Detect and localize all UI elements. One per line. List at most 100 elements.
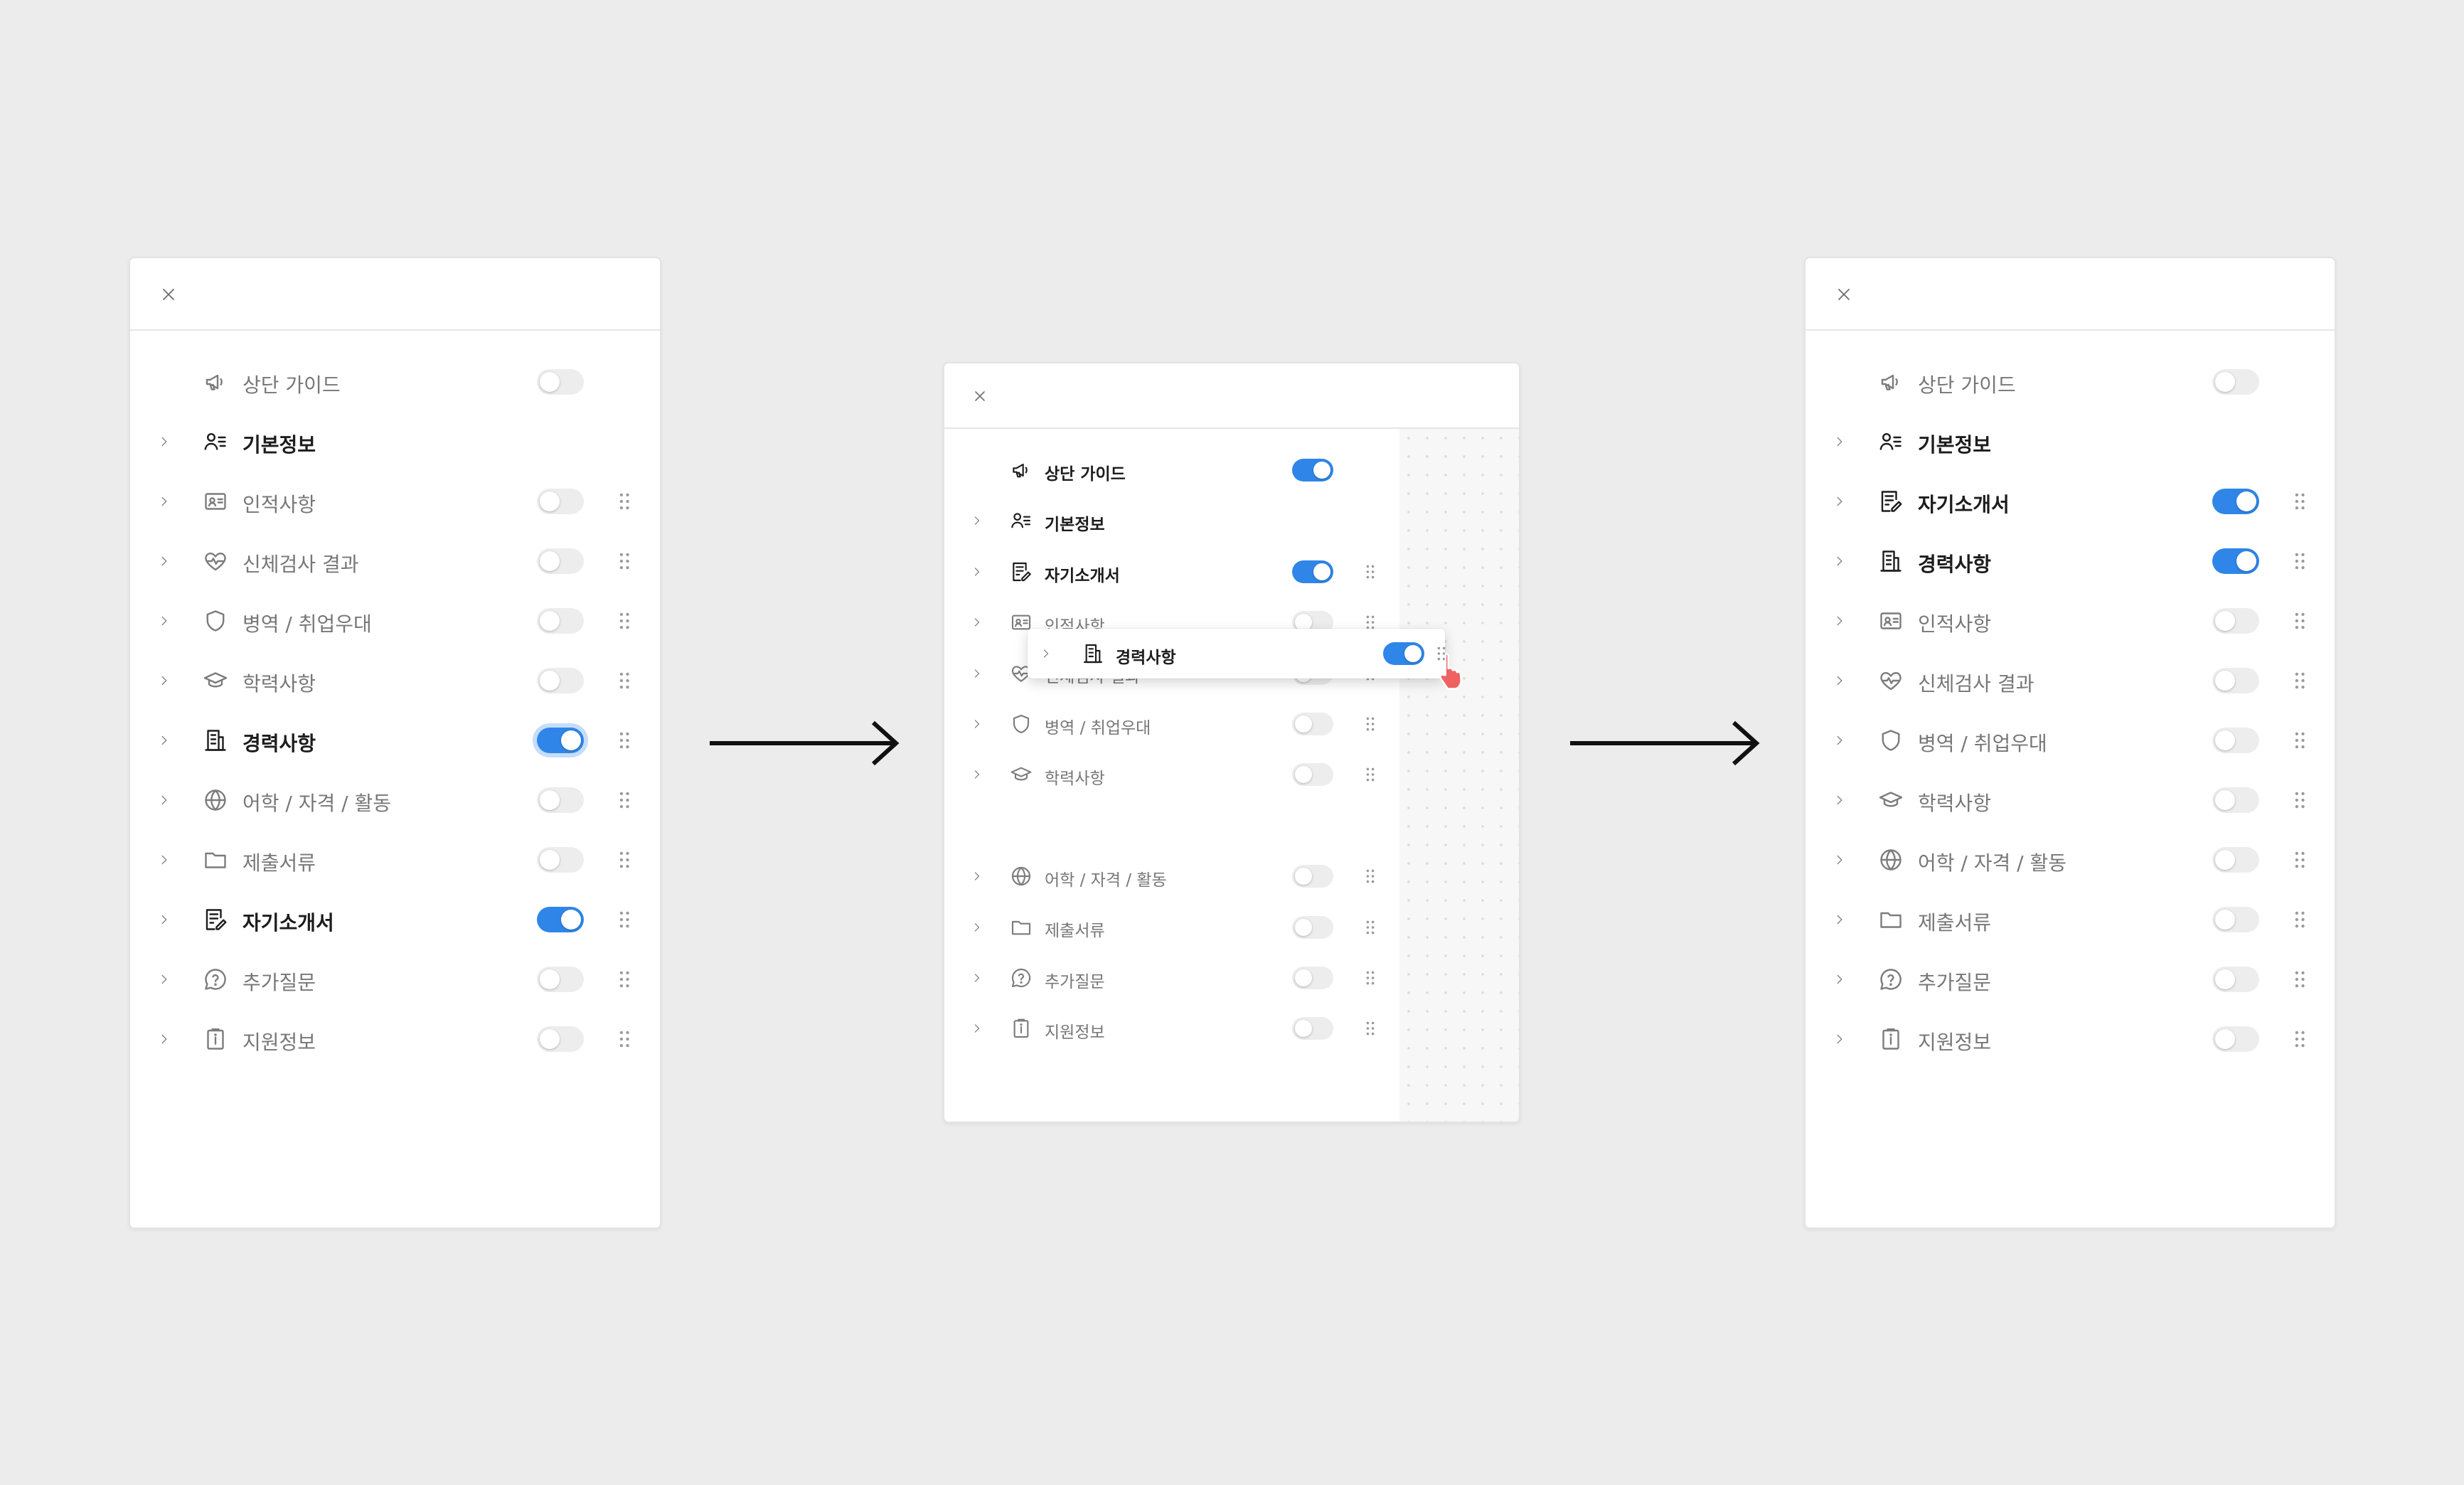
visibility-toggle[interactable]	[2212, 787, 2259, 813]
close-icon[interactable]	[971, 388, 988, 405]
chevron-right-icon[interactable]	[970, 513, 984, 528]
visibility-toggle[interactable]	[1383, 642, 1424, 665]
chevron-right-icon[interactable]	[1039, 646, 1053, 661]
section-row[interactable]: 지원정보	[130, 1009, 660, 1069]
section-row[interactable]: 지원정보	[944, 1004, 1519, 1054]
section-row[interactable]: 경력사항	[1806, 531, 2335, 591]
chevron-right-icon[interactable]	[156, 852, 172, 868]
chevron-right-icon[interactable]	[1832, 733, 1847, 748]
section-row[interactable]: 제출서류	[1806, 890, 2335, 949]
drag-handle-icon[interactable]	[619, 911, 629, 928]
drag-handle-icon[interactable]	[619, 792, 629, 809]
section-row[interactable]: 인적사항	[130, 472, 660, 531]
visibility-toggle[interactable]	[1292, 458, 1333, 481]
chevron-right-icon[interactable]	[970, 1021, 984, 1036]
chevron-right-icon[interactable]	[970, 565, 984, 579]
drag-handle-icon[interactable]	[1366, 767, 1375, 782]
chevron-right-icon[interactable]	[156, 912, 172, 927]
chevron-right-icon[interactable]	[1832, 434, 1847, 449]
section-row[interactable]: 병역 / 취업우대	[944, 698, 1519, 749]
drag-handle-icon[interactable]	[619, 553, 629, 570]
section-row[interactable]: 신체검사 결과	[130, 531, 660, 591]
visibility-toggle[interactable]	[2212, 548, 2259, 574]
drag-handle-icon[interactable]	[1366, 565, 1375, 579]
section-row[interactable]: 학력사항	[1806, 770, 2335, 830]
chevron-right-icon[interactable]	[970, 869, 984, 883]
visibility-toggle[interactable]	[1292, 712, 1333, 735]
drag-handle-icon[interactable]	[2295, 672, 2305, 689]
visibility-toggle[interactable]	[2212, 1026, 2259, 1052]
drag-handle-icon[interactable]	[2295, 493, 2305, 510]
section-row[interactable]: 자기소개서	[944, 546, 1519, 597]
visibility-toggle[interactable]	[537, 847, 584, 873]
close-icon[interactable]	[1834, 284, 1854, 304]
chevron-right-icon[interactable]	[156, 434, 172, 449]
chevron-right-icon[interactable]	[970, 717, 984, 731]
section-row[interactable]: 병역 / 취업우대	[1806, 710, 2335, 770]
visibility-toggle[interactable]	[2212, 728, 2259, 753]
drag-handle-icon[interactable]	[619, 1031, 629, 1048]
section-row[interactable]: 상단 가이드	[130, 352, 660, 412]
chevron-right-icon[interactable]	[970, 666, 984, 681]
drag-handle-icon[interactable]	[2295, 792, 2305, 809]
chevron-right-icon[interactable]	[156, 792, 172, 808]
section-row[interactable]: 기본정보	[130, 412, 660, 472]
visibility-toggle[interactable]	[537, 1026, 584, 1052]
visibility-toggle[interactable]	[2212, 967, 2259, 992]
visibility-toggle[interactable]	[1292, 560, 1333, 583]
chevron-right-icon[interactable]	[156, 733, 172, 748]
drag-handle-icon[interactable]	[619, 851, 629, 868]
dragged-section-card[interactable]: 경력사항	[1028, 629, 1446, 678]
section-row[interactable]: 기본정보	[1806, 412, 2335, 472]
drag-handle-icon[interactable]	[619, 612, 629, 629]
drag-handle-icon[interactable]	[2295, 911, 2305, 928]
section-row[interactable]: 제출서류	[944, 902, 1519, 952]
chevron-right-icon[interactable]	[1832, 912, 1847, 927]
section-row[interactable]: 자기소개서	[1806, 472, 2335, 531]
chevron-right-icon[interactable]	[1832, 673, 1847, 688]
chevron-right-icon[interactable]	[1832, 553, 1847, 569]
drag-handle-icon[interactable]	[2295, 553, 2305, 570]
section-row[interactable]: 기본정보	[944, 496, 1519, 546]
section-row[interactable]: 경력사항	[130, 710, 660, 770]
chevron-right-icon[interactable]	[1832, 613, 1847, 629]
section-row[interactable]: 자기소개서	[130, 890, 660, 949]
chevron-right-icon[interactable]	[970, 920, 984, 935]
drag-handle-icon[interactable]	[2295, 732, 2305, 749]
visibility-toggle[interactable]	[1292, 763, 1333, 787]
chevron-right-icon[interactable]	[970, 971, 984, 985]
drag-handle-icon[interactable]	[1366, 920, 1375, 935]
visibility-toggle[interactable]	[2212, 847, 2259, 873]
visibility-toggle[interactable]	[2212, 489, 2259, 514]
visibility-toggle[interactable]	[2212, 608, 2259, 634]
section-row[interactable]: 학력사항	[130, 651, 660, 710]
visibility-toggle[interactable]	[2212, 369, 2259, 395]
chevron-right-icon[interactable]	[1832, 852, 1847, 868]
visibility-toggle[interactable]	[537, 907, 584, 932]
visibility-toggle[interactable]	[1292, 915, 1333, 939]
chevron-right-icon[interactable]	[156, 613, 172, 629]
visibility-toggle[interactable]	[1292, 1017, 1333, 1040]
section-row[interactable]: 신체검사 결과	[1806, 651, 2335, 710]
section-row[interactable]: 추가질문	[1806, 949, 2335, 1009]
visibility-toggle[interactable]	[537, 608, 584, 634]
close-icon[interactable]	[159, 284, 178, 304]
section-row[interactable]: 제출서류	[130, 830, 660, 890]
visibility-toggle[interactable]	[537, 489, 584, 514]
chevron-right-icon[interactable]	[1832, 792, 1847, 808]
drag-handle-icon[interactable]	[619, 732, 629, 749]
drag-handle-icon[interactable]	[2295, 851, 2305, 868]
section-row[interactable]: 어학 / 자격 / 활동	[1806, 830, 2335, 890]
section-row[interactable]: 상단 가이드	[944, 445, 1519, 495]
section-row[interactable]: 인적사항	[1806, 591, 2335, 651]
drag-handle-icon[interactable]	[2295, 971, 2305, 988]
visibility-toggle[interactable]	[1292, 865, 1333, 888]
section-row[interactable]: 지원정보	[1806, 1009, 2335, 1069]
section-row[interactable]: 상단 가이드	[1806, 352, 2335, 412]
chevron-right-icon[interactable]	[156, 972, 172, 987]
drag-handle-icon[interactable]	[619, 493, 629, 510]
chevron-right-icon[interactable]	[156, 494, 172, 509]
section-row[interactable]: 어학 / 자격 / 활동	[130, 770, 660, 830]
visibility-toggle[interactable]	[537, 369, 584, 395]
section-row[interactable]: 학력사항	[944, 750, 1519, 800]
